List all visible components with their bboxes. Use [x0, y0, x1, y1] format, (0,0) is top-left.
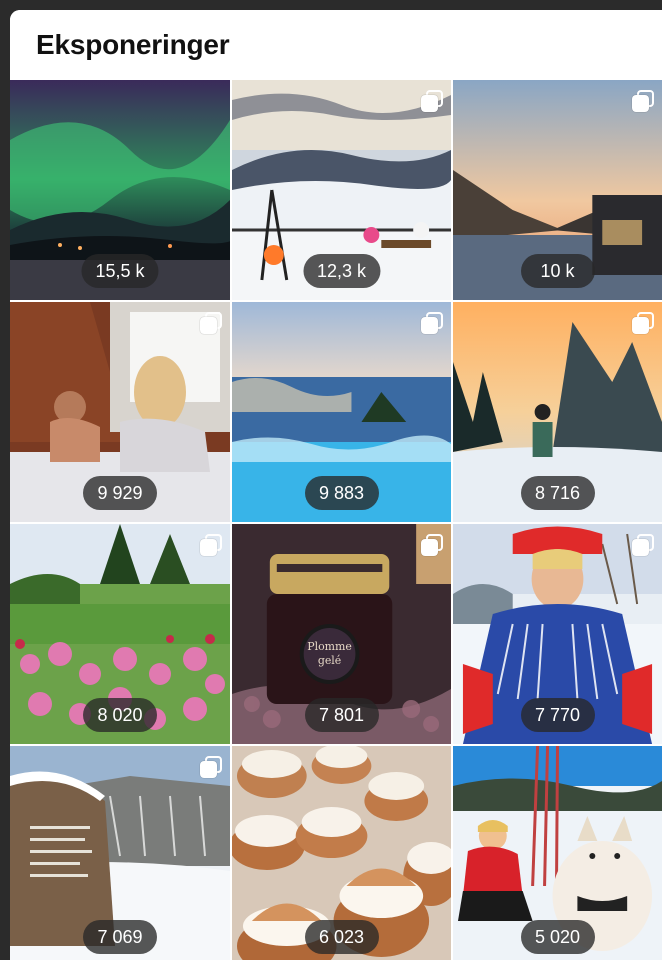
carousel-icon: [632, 534, 654, 556]
impressions-badge: 12,3 k: [302, 254, 381, 288]
post-tile-flower-garden[interactable]: 8 020: [10, 524, 230, 744]
impressions-badge: 5 020: [520, 920, 595, 954]
post-grid: 15,5 k 12,3 k 10 k 9 929 9 883 8 716 8 0…: [10, 80, 662, 960]
impressions-badge: 9 883: [304, 476, 379, 510]
post-tile-snow-monument[interactable]: 7 069: [10, 746, 230, 960]
impressions-badge: 7 801: [304, 698, 379, 732]
post-tile-skier-sunset[interactable]: 8 716: [453, 302, 662, 522]
post-tile-couple-bed[interactable]: 9 929: [10, 302, 230, 522]
post-tile-fjord-sunset[interactable]: 10 k: [453, 80, 662, 300]
page-title: Eksponeringer: [36, 29, 230, 60]
post-tile-sami-costume[interactable]: 7 770: [453, 524, 662, 744]
carousel-icon: [200, 312, 222, 334]
carousel-icon: [421, 534, 443, 556]
carousel-icon: [200, 756, 222, 778]
jar-label-line2: gelé: [318, 654, 341, 667]
impressions-badge: 9 929: [83, 476, 157, 510]
post-tile-cream-buns[interactable]: 6 023: [232, 746, 451, 960]
carousel-icon: [632, 90, 654, 112]
carousel-icon: [632, 312, 654, 334]
impressions-badge: 7 069: [83, 920, 157, 954]
impressions-badge: 8 716: [520, 476, 595, 510]
post-tile-winter-firepit[interactable]: 12,3 k: [232, 80, 451, 300]
post-tile-aurora[interactable]: 15,5 k: [10, 80, 230, 300]
impressions-badge: 8 020: [83, 698, 157, 732]
impressions-badge: 10 k: [520, 254, 595, 288]
post-tile-plum-jam[interactable]: Plomme gelé 7 801: [232, 524, 451, 744]
app-frame: Eksponeringer 15,5 k 12,3 k 10 k 9 929 9…: [10, 10, 662, 960]
impressions-badge: 7 770: [520, 698, 595, 732]
post-tile-infinity-pool[interactable]: 9 883: [232, 302, 451, 522]
jar-label-line1: Plomme: [307, 640, 352, 653]
carousel-icon: [421, 312, 443, 334]
header: Eksponeringer: [10, 10, 662, 80]
post-tile-girl-husky[interactable]: 5 020: [453, 746, 662, 960]
carousel-icon: [200, 534, 222, 556]
impressions-badge: 15,5 k: [81, 254, 159, 288]
carousel-icon: [421, 90, 443, 112]
impressions-badge: 6 023: [304, 920, 379, 954]
